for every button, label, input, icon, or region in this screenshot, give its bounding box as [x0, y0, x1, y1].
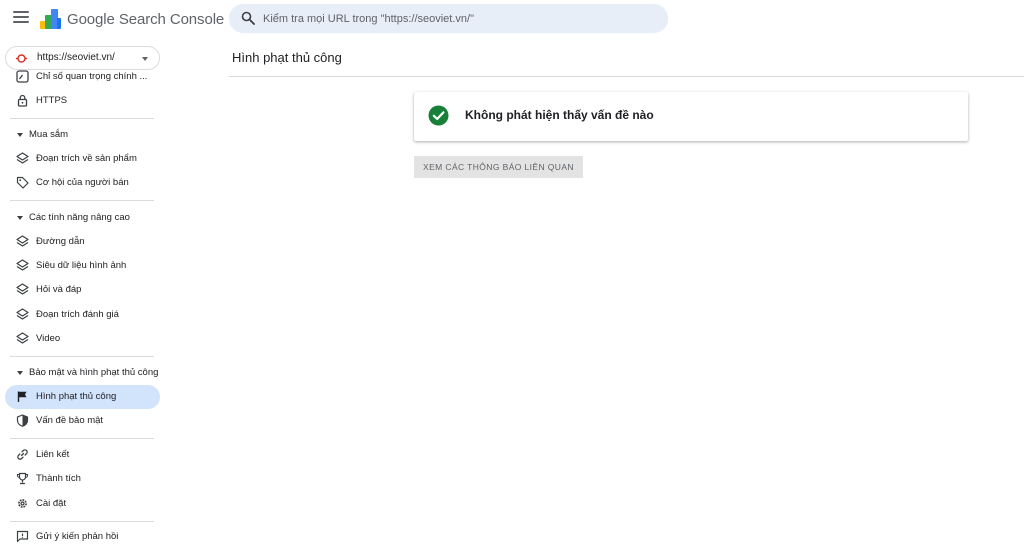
caret-down-icon	[17, 216, 23, 220]
sidebar-item-label: Gửi ý kiến phản hồi	[36, 531, 119, 542]
layers-icon	[16, 235, 29, 247]
sidebar-item-label: Video	[36, 333, 61, 344]
status-message: Không phát hiện thấy vấn đề nào	[465, 108, 654, 122]
site-globe-icon	[16, 54, 27, 63]
sidebar-item-achievements[interactable]: Thành tích	[5, 467, 160, 491]
layers-icon	[16, 152, 29, 164]
sidebar-divider	[10, 118, 154, 119]
section-shopping[interactable]: Mua sắm	[5, 125, 160, 145]
feedback-icon	[16, 530, 29, 543]
sidebar-divider	[10, 200, 154, 201]
sidebar-item-manual-actions[interactable]: Hình phạt thủ công	[5, 385, 160, 409]
chevron-down-icon	[142, 57, 148, 61]
url-inspection-search[interactable]	[229, 4, 668, 33]
search-icon[interactable]	[241, 11, 255, 25]
speed-icon	[16, 70, 29, 83]
layers-icon	[16, 259, 29, 271]
lock-icon	[17, 94, 28, 107]
hamburger-menu-icon[interactable]	[13, 11, 29, 25]
section-enhancements[interactable]: Các tính năng nâng cao	[5, 208, 160, 228]
search-input[interactable]	[263, 4, 658, 33]
layers-icon	[16, 308, 29, 320]
layers-icon	[16, 332, 29, 344]
sidebar-divider	[10, 356, 154, 357]
shield-icon	[16, 414, 29, 427]
sidebar-item-image-metadata[interactable]: Siêu dữ liệu hình ảnh	[5, 254, 160, 278]
sidebar-item-merchant-listings[interactable]: Cơ hội của người bán	[5, 171, 160, 195]
flag-icon	[17, 391, 27, 402]
section-label: Bảo mật và hình phạt thủ công	[29, 367, 159, 378]
trophy-icon	[16, 472, 29, 485]
sidebar-item-settings[interactable]: Cài đặt	[5, 492, 160, 516]
sidebar-item-feedback[interactable]: Gửi ý kiến phản hồi	[5, 525, 160, 549]
sidebar-item-label: Vấn đề bảo mật	[36, 415, 104, 426]
check-circle-icon	[428, 105, 449, 126]
sidebar-divider	[10, 521, 154, 522]
sidebar-item-label: HTTPS	[36, 95, 68, 106]
page-title: Hình phạt thủ công	[232, 50, 342, 65]
section-label: Các tính năng nâng cao	[29, 212, 130, 223]
sidebar-item-label: Cơ hội của người bán	[36, 177, 129, 188]
sidebar-item-label: Đoạn trích về sản phẩm	[36, 153, 137, 164]
property-selector[interactable]: https://seoviet.vn/	[5, 46, 160, 70]
sidebar-item-label: Siêu dữ liệu hình ảnh	[36, 260, 127, 271]
app-title[interactable]: Google Search Console	[67, 11, 224, 28]
sidebar-item-video[interactable]: Video	[5, 327, 160, 351]
sidebar-item-links[interactable]: Liên kết	[5, 443, 160, 467]
status-card: Không phát hiện thấy vấn đề nào	[414, 92, 968, 141]
section-label: Mua sắm	[29, 129, 69, 140]
sidebar-item-label: Liên kết	[36, 449, 70, 460]
title-divider	[229, 76, 1024, 77]
sidebar-item-review-snippets[interactable]: Đoạn trích đánh giá	[5, 303, 160, 327]
sidebar-item-label: Cài đặt	[36, 498, 67, 509]
sidebar-item-https[interactable]: HTTPS	[5, 89, 160, 113]
sidebar-item-label: Thành tích	[36, 473, 81, 484]
layers-icon	[16, 283, 29, 295]
sidebar-item-security-issues[interactable]: Vấn đề bảo mật	[5, 409, 160, 433]
search-console-logo[interactable]	[40, 9, 62, 29]
sidebar-item-label: Hình phạt thủ công	[36, 391, 117, 402]
caret-down-icon	[17, 371, 23, 375]
sidebar-item-label: Chỉ số quan trọng chính ...	[36, 71, 148, 82]
sidebar-item-label: Hỏi và đáp	[36, 284, 82, 295]
property-label: https://seoviet.vn/	[37, 52, 115, 63]
section-security-manual-actions[interactable]: Bảo mật và hình phạt thủ công	[5, 363, 160, 383]
view-related-messages-button[interactable]: XEM CÁC THÔNG BÁO LIÊN QUAN	[414, 156, 583, 178]
sidebar-item-faq[interactable]: Hỏi và đáp	[5, 278, 160, 302]
sidebar-item-label: Đường dẫn	[36, 236, 85, 247]
sidebar: https://seoviet.vn/ Chỉ số quan trọng ch…	[0, 38, 168, 559]
caret-down-icon	[17, 133, 23, 137]
gear-icon	[18, 499, 27, 508]
sidebar-item-breadcrumbs[interactable]: Đường dẫn	[5, 230, 160, 254]
link-icon	[17, 449, 28, 460]
sidebar-item-product-snippets[interactable]: Đoạn trích về sản phẩm	[5, 147, 160, 171]
top-bar: Google Search Console	[0, 0, 1024, 38]
tag-icon	[16, 176, 29, 189]
sidebar-divider	[10, 438, 154, 439]
sidebar-item-label: Đoạn trích đánh giá	[36, 309, 119, 320]
